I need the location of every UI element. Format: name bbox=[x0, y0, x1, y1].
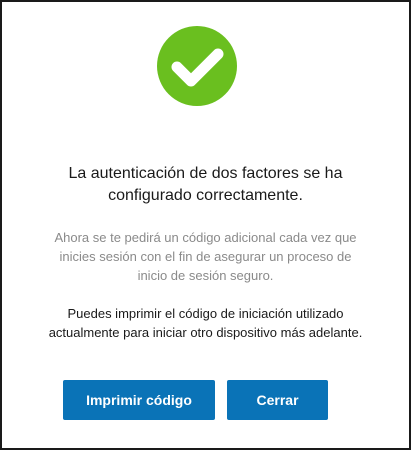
print-note-line: actualmente para iniciar otro dispositiv… bbox=[48, 325, 363, 340]
title-line: configurado correctamente. bbox=[108, 187, 303, 204]
description-line: inicio de sesión seguro. bbox=[137, 268, 274, 283]
dialog-title: La autenticación de dos factores se ha c… bbox=[2, 163, 409, 207]
print-note: Puedes imprimir el código de iniciación … bbox=[2, 304, 409, 342]
dialog-description: Ahora se te pedirá un código adicional c… bbox=[2, 228, 409, 285]
success-dialog: La autenticación de dos factores se ha c… bbox=[0, 0, 411, 450]
print-code-button[interactable]: Imprimir código bbox=[63, 380, 215, 420]
checkmark-circle-icon bbox=[157, 26, 237, 106]
print-note-line: Puedes imprimir el código de iniciación … bbox=[67, 306, 344, 321]
description-line: inicies sesión con el fin de asegurar un… bbox=[59, 249, 352, 264]
close-button[interactable]: Cerrar bbox=[227, 380, 328, 420]
title-line: La autenticación de dos factores se ha bbox=[68, 165, 343, 182]
description-line: Ahora se te pedirá un código adicional c… bbox=[54, 230, 357, 245]
